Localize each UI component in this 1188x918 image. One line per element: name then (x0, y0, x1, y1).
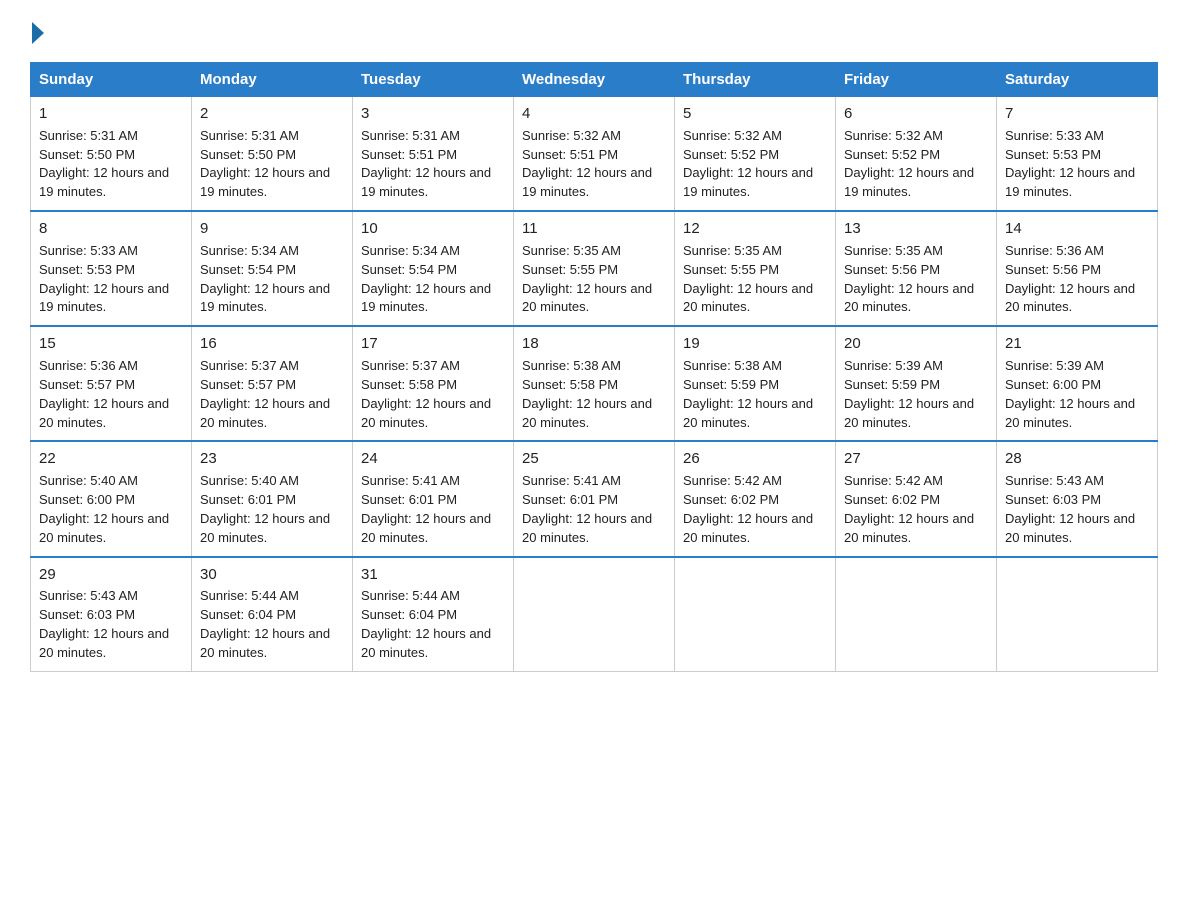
col-header-thursday: Thursday (675, 63, 836, 97)
day-number: 5 (683, 103, 827, 125)
week-row-4: 22Sunrise: 5:40 AMSunset: 6:00 PMDayligh… (31, 441, 1158, 556)
day-cell (675, 557, 836, 672)
day-number: 13 (844, 218, 988, 240)
day-cell: 8Sunrise: 5:33 AMSunset: 5:53 PMDaylight… (31, 211, 192, 326)
day-number: 24 (361, 448, 505, 470)
col-header-wednesday: Wednesday (514, 63, 675, 97)
day-number: 30 (200, 564, 344, 586)
day-cell: 4Sunrise: 5:32 AMSunset: 5:51 PMDaylight… (514, 97, 675, 212)
day-cell: 20Sunrise: 5:39 AMSunset: 5:59 PMDayligh… (836, 326, 997, 441)
day-cell: 13Sunrise: 5:35 AMSunset: 5:56 PMDayligh… (836, 211, 997, 326)
day-number: 12 (683, 218, 827, 240)
day-cell: 30Sunrise: 5:44 AMSunset: 6:04 PMDayligh… (192, 557, 353, 672)
day-number: 17 (361, 333, 505, 355)
day-cell: 11Sunrise: 5:35 AMSunset: 5:55 PMDayligh… (514, 211, 675, 326)
col-header-friday: Friday (836, 63, 997, 97)
week-row-2: 8Sunrise: 5:33 AMSunset: 5:53 PMDaylight… (31, 211, 1158, 326)
day-number: 8 (39, 218, 183, 240)
col-header-monday: Monday (192, 63, 353, 97)
day-number: 25 (522, 448, 666, 470)
day-number: 18 (522, 333, 666, 355)
day-cell (514, 557, 675, 672)
day-number: 2 (200, 103, 344, 125)
week-row-1: 1Sunrise: 5:31 AMSunset: 5:50 PMDaylight… (31, 97, 1158, 212)
day-number: 16 (200, 333, 344, 355)
day-number: 15 (39, 333, 183, 355)
col-header-saturday: Saturday (997, 63, 1158, 97)
week-row-3: 15Sunrise: 5:36 AMSunset: 5:57 PMDayligh… (31, 326, 1158, 441)
day-number: 28 (1005, 448, 1149, 470)
day-cell: 19Sunrise: 5:38 AMSunset: 5:59 PMDayligh… (675, 326, 836, 441)
day-cell: 10Sunrise: 5:34 AMSunset: 5:54 PMDayligh… (353, 211, 514, 326)
day-cell: 22Sunrise: 5:40 AMSunset: 6:00 PMDayligh… (31, 441, 192, 556)
day-number: 11 (522, 218, 666, 240)
day-cell: 15Sunrise: 5:36 AMSunset: 5:57 PMDayligh… (31, 326, 192, 441)
day-cell (836, 557, 997, 672)
day-cell: 3Sunrise: 5:31 AMSunset: 5:51 PMDaylight… (353, 97, 514, 212)
day-cell: 1Sunrise: 5:31 AMSunset: 5:50 PMDaylight… (31, 97, 192, 212)
day-number: 27 (844, 448, 988, 470)
calendar-table: SundayMondayTuesdayWednesdayThursdayFrid… (30, 62, 1158, 672)
day-cell: 23Sunrise: 5:40 AMSunset: 6:01 PMDayligh… (192, 441, 353, 556)
header-row: SundayMondayTuesdayWednesdayThursdayFrid… (31, 63, 1158, 97)
day-number: 29 (39, 564, 183, 586)
day-cell: 25Sunrise: 5:41 AMSunset: 6:01 PMDayligh… (514, 441, 675, 556)
day-cell: 5Sunrise: 5:32 AMSunset: 5:52 PMDaylight… (675, 97, 836, 212)
day-cell: 29Sunrise: 5:43 AMSunset: 6:03 PMDayligh… (31, 557, 192, 672)
day-number: 21 (1005, 333, 1149, 355)
day-cell: 31Sunrise: 5:44 AMSunset: 6:04 PMDayligh… (353, 557, 514, 672)
day-number: 20 (844, 333, 988, 355)
day-number: 3 (361, 103, 505, 125)
day-number: 19 (683, 333, 827, 355)
day-cell: 16Sunrise: 5:37 AMSunset: 5:57 PMDayligh… (192, 326, 353, 441)
day-cell (997, 557, 1158, 672)
day-number: 31 (361, 564, 505, 586)
day-number: 1 (39, 103, 183, 125)
logo-arrow-icon (32, 22, 44, 44)
day-cell: 6Sunrise: 5:32 AMSunset: 5:52 PMDaylight… (836, 97, 997, 212)
day-cell: 17Sunrise: 5:37 AMSunset: 5:58 PMDayligh… (353, 326, 514, 441)
day-number: 10 (361, 218, 505, 240)
day-number: 7 (1005, 103, 1149, 125)
day-cell: 9Sunrise: 5:34 AMSunset: 5:54 PMDaylight… (192, 211, 353, 326)
day-cell: 2Sunrise: 5:31 AMSunset: 5:50 PMDaylight… (192, 97, 353, 212)
day-number: 22 (39, 448, 183, 470)
col-header-tuesday: Tuesday (353, 63, 514, 97)
day-number: 9 (200, 218, 344, 240)
day-number: 14 (1005, 218, 1149, 240)
day-number: 4 (522, 103, 666, 125)
day-number: 26 (683, 448, 827, 470)
day-cell: 18Sunrise: 5:38 AMSunset: 5:58 PMDayligh… (514, 326, 675, 441)
day-number: 23 (200, 448, 344, 470)
day-cell: 21Sunrise: 5:39 AMSunset: 6:00 PMDayligh… (997, 326, 1158, 441)
day-cell: 12Sunrise: 5:35 AMSunset: 5:55 PMDayligh… (675, 211, 836, 326)
day-number: 6 (844, 103, 988, 125)
day-cell: 26Sunrise: 5:42 AMSunset: 6:02 PMDayligh… (675, 441, 836, 556)
logo (30, 20, 46, 44)
day-cell: 24Sunrise: 5:41 AMSunset: 6:01 PMDayligh… (353, 441, 514, 556)
day-cell: 14Sunrise: 5:36 AMSunset: 5:56 PMDayligh… (997, 211, 1158, 326)
page-header (30, 20, 1158, 44)
week-row-5: 29Sunrise: 5:43 AMSunset: 6:03 PMDayligh… (31, 557, 1158, 672)
col-header-sunday: Sunday (31, 63, 192, 97)
day-cell: 7Sunrise: 5:33 AMSunset: 5:53 PMDaylight… (997, 97, 1158, 212)
day-cell: 28Sunrise: 5:43 AMSunset: 6:03 PMDayligh… (997, 441, 1158, 556)
day-cell: 27Sunrise: 5:42 AMSunset: 6:02 PMDayligh… (836, 441, 997, 556)
